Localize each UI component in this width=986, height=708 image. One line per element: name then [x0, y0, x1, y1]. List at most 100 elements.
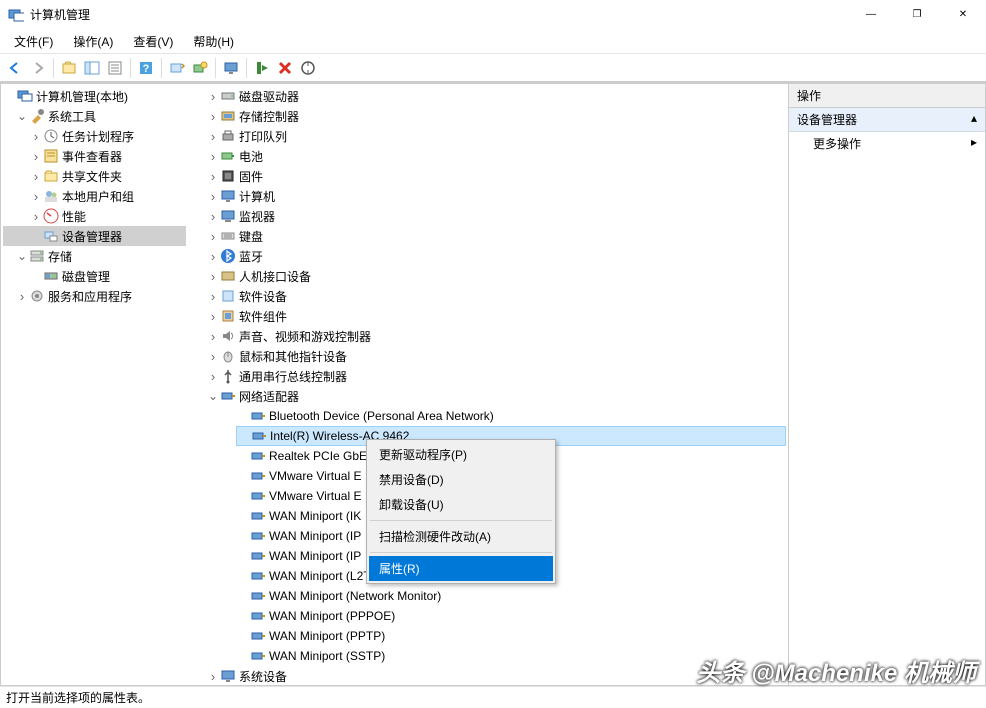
cat-monitors[interactable]: 监视器: [206, 206, 786, 226]
tree-event-viewer[interactable]: 事件查看器: [3, 146, 186, 166]
clock-icon: [43, 128, 59, 144]
tree-performance[interactable]: 性能: [3, 206, 186, 226]
tree-system-tools[interactable]: 系统工具: [3, 106, 186, 126]
tree-task-scheduler[interactable]: 任务计划程序: [3, 126, 186, 146]
cat-keyboards[interactable]: 键盘: [206, 226, 786, 246]
console-tree[interactable]: 计算机管理(本地) 系统工具 任务计划程序 事件查看器 共享文件夹 本地用户和组…: [1, 84, 188, 685]
system-devices-icon: [220, 668, 236, 684]
menu-view[interactable]: 查看(V): [123, 31, 183, 52]
ctx-properties[interactable]: 属性(R): [369, 556, 553, 581]
ctx-update-driver[interactable]: 更新驱动程序(P): [369, 442, 553, 467]
software-dev-icon: [220, 288, 236, 304]
cat-computer[interactable]: 计算机: [206, 186, 786, 206]
scan-button[interactable]: [166, 57, 188, 79]
device-label: WAN Miniport (Network Monitor): [269, 589, 441, 603]
refresh-button[interactable]: [297, 57, 319, 79]
nic-icon: [250, 648, 266, 664]
back-button[interactable]: [4, 57, 26, 79]
update-driver-button[interactable]: [189, 57, 211, 79]
nic-icon: [250, 548, 266, 564]
forward-button[interactable]: [27, 57, 49, 79]
mouse-icon: [220, 348, 236, 364]
tree-storage[interactable]: 存储: [3, 246, 186, 266]
tree-services[interactable]: 服务和应用程序: [3, 286, 186, 306]
device-label: Realtek PCIe GbE: [269, 449, 367, 463]
device-label: Bluetooth Device (Personal Area Network): [269, 409, 494, 423]
ctx-separator: [370, 552, 552, 553]
nic-icon: [250, 488, 266, 504]
tree-root[interactable]: 计算机管理(本地): [3, 86, 186, 106]
tree-local-users[interactable]: 本地用户和组: [3, 186, 186, 206]
cat-print-queues[interactable]: 打印队列: [206, 126, 786, 146]
services-icon: [29, 288, 45, 304]
cat-hid[interactable]: 人机接口设备: [206, 266, 786, 286]
tools-icon: [29, 108, 45, 124]
properties-button[interactable]: [104, 57, 126, 79]
monitor-icon: [220, 208, 236, 224]
device-tree[interactable]: 磁盘驱动器 存储控制器 打印队列 电池 固件 计算机 监视器 键盘 蓝牙 人机接…: [188, 84, 788, 685]
cat-usb[interactable]: 通用串行总线控制器: [206, 366, 786, 386]
cat-mice[interactable]: 鼠标和其他指针设备: [206, 346, 786, 366]
cat-firmware[interactable]: 固件: [206, 166, 786, 186]
close-button[interactable]: ✕: [940, 0, 986, 30]
sound-icon: [220, 328, 236, 344]
network-adapter-item[interactable]: WAN Miniport (PPTP): [236, 626, 786, 646]
network-adapter-item[interactable]: WAN Miniport (Network Monitor): [236, 586, 786, 606]
device-label: WAN Miniport (IK: [269, 509, 361, 523]
cat-software-devices[interactable]: 软件设备: [206, 286, 786, 306]
computer-mgmt-icon: [17, 88, 33, 104]
nic-icon: [250, 568, 266, 584]
actions-section[interactable]: 设备管理器▴: [789, 108, 985, 132]
cat-software-components[interactable]: 软件组件: [206, 306, 786, 326]
nic-icon: [250, 588, 266, 604]
svg-text:?: ?: [143, 63, 150, 75]
cat-batteries[interactable]: 电池: [206, 146, 786, 166]
nic-icon: [250, 468, 266, 484]
cat-disk-drives[interactable]: 磁盘驱动器: [206, 86, 786, 106]
monitor-button[interactable]: [220, 57, 242, 79]
actions-panel: 操作 设备管理器▴ 更多操作▸: [788, 83, 986, 686]
cat-bluetooth[interactable]: 蓝牙: [206, 246, 786, 266]
nic-icon: [250, 448, 266, 464]
network-adapter-item[interactable]: Bluetooth Device (Personal Area Network): [236, 406, 786, 426]
nic-icon: [250, 608, 266, 624]
device-label: WAN Miniport (SSTP): [269, 649, 385, 663]
menu-action[interactable]: 操作(A): [63, 31, 123, 52]
ctx-uninstall-device[interactable]: 卸载设备(U): [369, 492, 553, 517]
enable-button[interactable]: [251, 57, 273, 79]
ctx-scan-hardware[interactable]: 扫描检测硬件改动(A): [369, 524, 553, 549]
nic-icon: [250, 508, 266, 524]
minimize-button[interactable]: —: [848, 0, 894, 30]
cat-sound[interactable]: 声音、视频和游戏控制器: [206, 326, 786, 346]
menu-help[interactable]: 帮助(H): [183, 31, 244, 52]
storage-icon: [29, 248, 45, 264]
chevron-right-icon: ▸: [971, 135, 977, 152]
menu-file[interactable]: 文件(F): [4, 31, 63, 52]
maximize-button[interactable]: ❐: [894, 0, 940, 30]
help-button[interactable]: ?: [135, 57, 157, 79]
network-adapter-item[interactable]: WAN Miniport (PPPOE): [236, 606, 786, 626]
device-label: VMware Virtual E: [269, 469, 361, 483]
keyboard-icon: [220, 228, 236, 244]
device-label: WAN Miniport (IP: [269, 549, 361, 563]
tree-disk-mgmt[interactable]: 磁盘管理: [3, 266, 186, 286]
software-comp-icon: [220, 308, 236, 324]
tree-shared-folders[interactable]: 共享文件夹: [3, 166, 186, 186]
computer-icon: [220, 188, 236, 204]
uninstall-button[interactable]: [274, 57, 296, 79]
up-button[interactable]: [58, 57, 80, 79]
shared-folder-icon: [43, 168, 59, 184]
event-icon: [43, 148, 59, 164]
toolbar: ?: [0, 54, 986, 82]
nic-icon: [250, 528, 266, 544]
cat-network-adapters[interactable]: 网络适配器: [206, 386, 786, 406]
tree-device-manager[interactable]: 设备管理器: [3, 226, 186, 246]
firmware-icon: [220, 168, 236, 184]
nic-icon: [251, 428, 267, 444]
menubar: 文件(F) 操作(A) 查看(V) 帮助(H): [0, 30, 986, 54]
show-hide-tree-button[interactable]: [81, 57, 103, 79]
actions-more[interactable]: 更多操作▸: [789, 132, 985, 155]
cat-storage-controllers[interactable]: 存储控制器: [206, 106, 786, 126]
ctx-disable-device[interactable]: 禁用设备(D): [369, 467, 553, 492]
performance-icon: [43, 208, 59, 224]
